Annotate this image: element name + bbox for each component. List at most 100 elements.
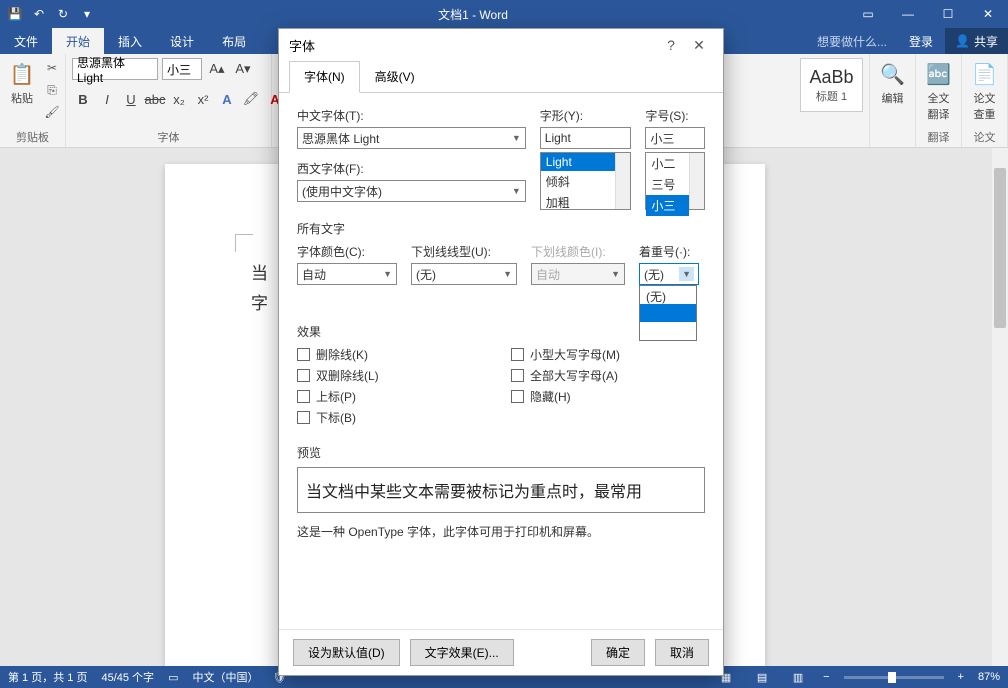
superscript-checkbox[interactable]: 上标(P) (297, 388, 491, 405)
translate-button[interactable]: 🔤全文翻译 (922, 58, 955, 122)
dialog-tab-advanced[interactable]: 高级(V) (360, 61, 430, 92)
tab-design[interactable]: 设计 (156, 28, 208, 54)
help-icon[interactable]: ? (657, 37, 685, 53)
scrollbar-thumb[interactable] (994, 168, 1006, 328)
save-icon[interactable]: 💾 (4, 3, 26, 25)
margin-marker (235, 234, 253, 252)
status-lang[interactable]: 中文（中国） (192, 669, 258, 685)
shrink-font-icon[interactable]: A▾ (232, 58, 254, 80)
qat-dropdown-icon[interactable]: ▾ (76, 3, 98, 25)
document-check-icon: 📄 (969, 58, 1001, 90)
size-input[interactable]: 小三 (645, 127, 705, 149)
zoom-slider[interactable] (844, 676, 944, 679)
size-option[interactable]: 小二 (646, 153, 689, 174)
listbox-scrollbar[interactable] (689, 153, 704, 209)
ucolor-value: 自动 (536, 266, 560, 283)
size-listbox[interactable]: 小二 三号 小三 (645, 152, 705, 210)
share-button[interactable]: 👤 共享 (945, 28, 1008, 54)
listbox-scrollbar[interactable] (615, 153, 630, 209)
underline-select[interactable]: (无)▼ (411, 263, 517, 285)
cn-font-select[interactable]: 思源黑体 Light▼ (297, 127, 526, 149)
tab-insert[interactable]: 插入 (104, 28, 156, 54)
emphasis-option[interactable] (640, 322, 696, 340)
dstrike-checkbox[interactable]: 双删除线(L) (297, 367, 491, 384)
status-page[interactable]: 第 1 页，共 1 页 (8, 669, 87, 685)
font-name-combo[interactable]: 思源黑体 Light (72, 58, 158, 80)
hidden-checkbox[interactable]: 隐藏(H) (511, 388, 705, 405)
style-input[interactable]: Light (540, 127, 632, 149)
italic-button[interactable]: I (96, 88, 118, 110)
edit-button[interactable]: 🔍编辑 (876, 58, 909, 106)
emphasis-option[interactable]: (无) (640, 286, 696, 304)
emph-value: (无) (644, 266, 664, 283)
strike-button[interactable]: abc (144, 88, 166, 110)
cut-icon[interactable]: ✂ (42, 58, 62, 78)
maximize-icon[interactable]: ☐ (928, 0, 968, 28)
zoom-out-icon[interactable]: − (823, 671, 829, 683)
vertical-scrollbar[interactable] (992, 148, 1008, 666)
paste-button[interactable]: 📋 粘贴 (6, 58, 38, 106)
font-size-combo[interactable]: 小三 (162, 58, 202, 80)
tab-file[interactable]: 文件 (0, 28, 52, 54)
web-layout-icon[interactable]: ▥ (787, 668, 809, 686)
search-icon: 🔍 (877, 58, 909, 90)
dialog-close-icon[interactable]: ✕ (685, 37, 713, 54)
thesis-l1: 论文 (974, 90, 996, 106)
tab-home[interactable]: 开始 (52, 28, 104, 54)
emphasis-option[interactable] (640, 304, 696, 322)
style-listbox[interactable]: Light 倾斜 加粗 (540, 152, 632, 210)
style-heading1[interactable]: AaBb标题 1 (800, 58, 863, 112)
ribbon-options-icon[interactable]: ▭ (848, 0, 888, 28)
underline-button[interactable]: U (120, 88, 142, 110)
login-button[interactable]: 登录 (897, 33, 945, 50)
emphasis-select[interactable]: (无)▼ (639, 263, 699, 285)
size-option[interactable]: 小三 (646, 195, 689, 216)
chevron-down-icon: ▼ (611, 269, 620, 279)
allcaps-checkbox[interactable]: 全部大写字母(A) (511, 367, 705, 384)
subscript-checkbox[interactable]: 下标(B) (297, 409, 491, 426)
format-painter-icon[interactable]: 🖌 (42, 102, 62, 122)
zoom-thumb[interactable] (888, 672, 896, 683)
west-font-value: (使用中文字体) (302, 183, 382, 200)
text-effects-button[interactable]: A (216, 88, 238, 110)
tab-layout[interactable]: 布局 (208, 28, 260, 54)
copy-icon[interactable]: ⎘ (42, 80, 62, 100)
font-color-select[interactable]: 自动▼ (297, 263, 397, 285)
bold-button[interactable]: B (72, 88, 94, 110)
subscript-button[interactable]: x₂ (168, 88, 190, 110)
font-dialog: 字体 ? ✕ 字体(N) 高级(V) 中文字体(T): 思源黑体 Light▼ … (278, 28, 724, 676)
titlebar: 💾 ↶ ↻ ▾ 文档1 - Word ▭ — ☐ ✕ (0, 0, 1008, 28)
grow-font-icon[interactable]: A▴ (206, 58, 228, 80)
set-default-button[interactable]: 设为默认值(D) (293, 639, 400, 666)
minimize-icon[interactable]: — (888, 0, 928, 28)
west-font-select[interactable]: (使用中文字体)▼ (297, 180, 526, 202)
status-words[interactable]: 45/45 个字 (101, 669, 154, 685)
cancel-button[interactable]: 取消 (655, 639, 709, 666)
zoom-level[interactable]: 87% (978, 671, 1000, 683)
zoom-in-icon[interactable]: + (958, 671, 964, 683)
color-value: 自动 (302, 266, 326, 283)
ok-button[interactable]: 确定 (591, 639, 645, 666)
style-option[interactable]: Light (541, 153, 616, 171)
preview-label: 预览 (297, 444, 705, 461)
tell-me[interactable]: 想要做什么... (807, 33, 897, 50)
smallcaps-checkbox[interactable]: 小型大写字母(M) (511, 346, 705, 363)
size-option[interactable]: 三号 (646, 174, 689, 195)
style-option[interactable]: 加粗 (541, 192, 616, 213)
dialog-titlebar[interactable]: 字体 ? ✕ (279, 29, 723, 61)
translate-icon: 🔤 (923, 58, 955, 90)
thesis-l2: 查重 (974, 106, 996, 122)
undo-icon[interactable]: ↶ (28, 3, 50, 25)
print-layout-icon[interactable]: ▤ (751, 668, 773, 686)
superscript-button[interactable]: x² (192, 88, 214, 110)
thesis-button[interactable]: 📄论文查重 (968, 58, 1001, 122)
strike-checkbox[interactable]: 删除线(K) (297, 346, 491, 363)
thesis-group-label: 论文 (968, 127, 1001, 145)
tab-font-label: 字体(N) (304, 70, 345, 84)
close-icon[interactable]: ✕ (968, 0, 1008, 28)
highlight-button[interactable]: 🖍 (240, 88, 262, 110)
style-option[interactable]: 倾斜 (541, 171, 616, 192)
dialog-tab-font[interactable]: 字体(N) (289, 61, 360, 93)
text-effects-button[interactable]: 文字效果(E)... (410, 639, 514, 666)
redo-icon[interactable]: ↻ (52, 3, 74, 25)
